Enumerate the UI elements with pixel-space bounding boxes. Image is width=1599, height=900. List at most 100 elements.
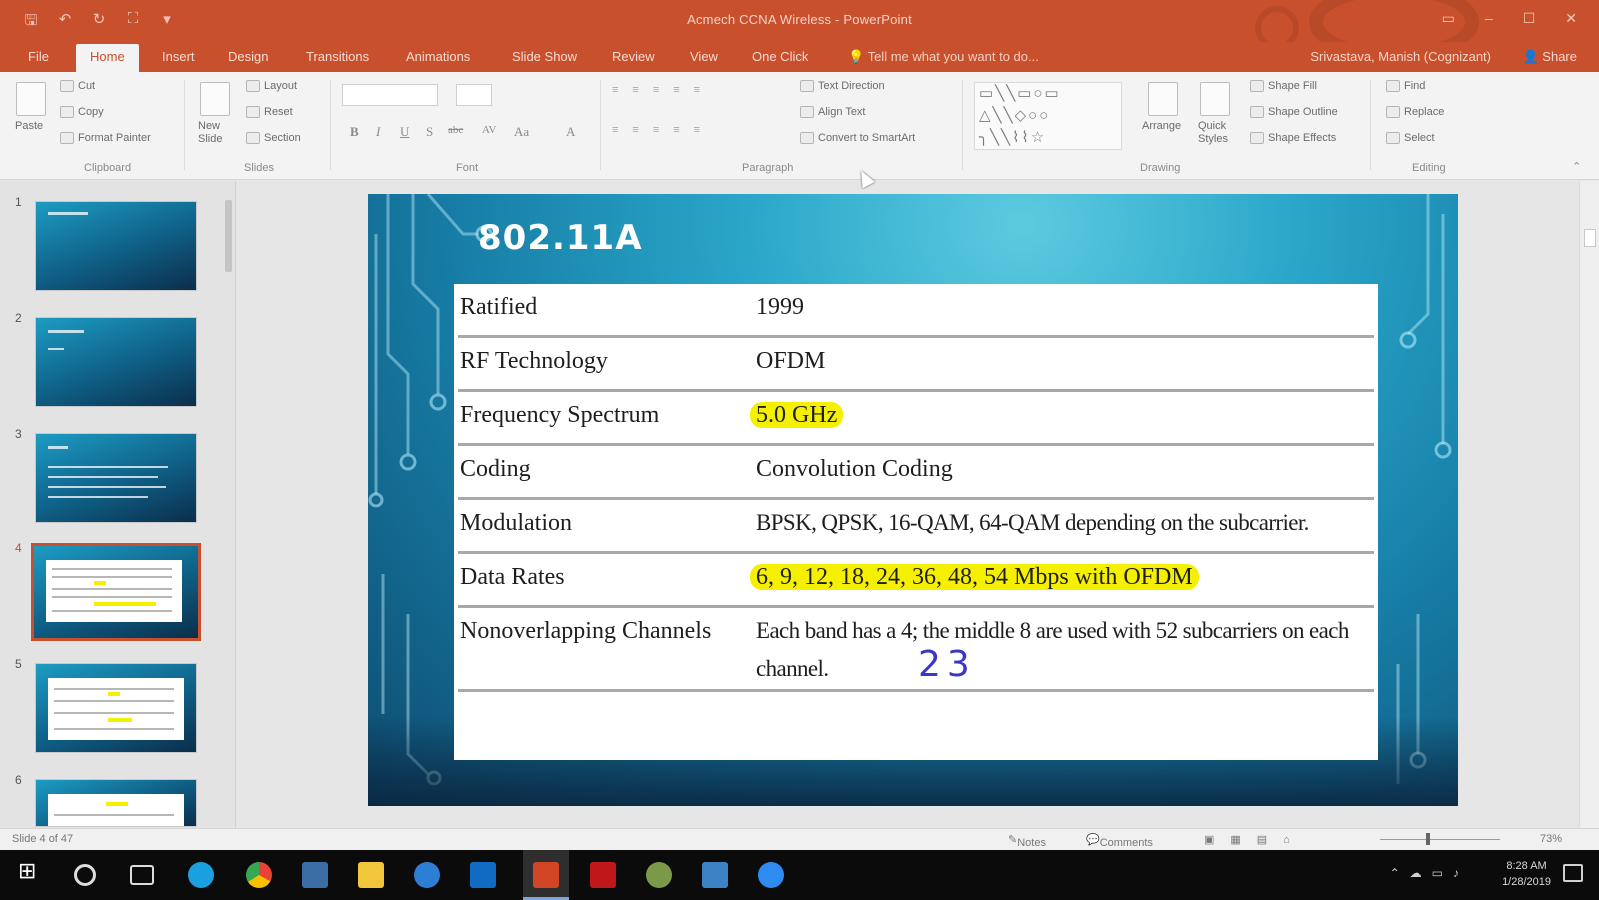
align-text-button[interactable]: Align Text (800, 106, 866, 119)
layout-label: Layout (264, 80, 298, 92)
strikethrough-button[interactable]: abc (448, 124, 463, 136)
slide-thumbnail-6[interactable] (35, 779, 197, 827)
tab-file[interactable]: File (28, 49, 49, 64)
pdf-reader-icon[interactable] (590, 862, 616, 888)
section-button[interactable]: Section (246, 132, 301, 145)
tab-home[interactable]: Home (76, 44, 139, 72)
tab-design[interactable]: Design (228, 49, 268, 64)
new-slide-icon[interactable] (200, 82, 230, 116)
select-button[interactable]: Select (1386, 132, 1435, 145)
slide-thumbnail-5[interactable] (35, 663, 197, 753)
copy-button[interactable]: Copy (60, 106, 104, 119)
shape-fill-button[interactable]: Shape Fill (1250, 80, 1317, 93)
zoom-level[interactable]: 73% (1540, 833, 1562, 845)
slide-thumbnails-pane: 1 2 3 4 5 6 (0, 181, 236, 828)
table-row: Ratified 1999 (458, 284, 1374, 338)
row-value: Each band has a 4; the middle 8 are used… (756, 618, 1349, 681)
maximize-icon[interactable]: ☐ (1523, 10, 1536, 27)
comments-button[interactable]: 💬 Comments (1086, 833, 1153, 849)
search-icon[interactable] (74, 864, 96, 886)
font-name-input[interactable] (342, 84, 438, 106)
zoom-slider[interactable] (1380, 839, 1500, 840)
shadow-button[interactable]: S (426, 124, 433, 140)
chrome-icon[interactable] (246, 862, 272, 888)
system-clock[interactable]: 8:28 AM 1/28/2019 (1502, 858, 1551, 890)
thumb-row-line (54, 728, 174, 730)
quick-styles-label: Quick Styles (1198, 120, 1228, 145)
slide-thumbnail-1[interactable] (35, 201, 197, 291)
thumbnail-number: 2 (15, 311, 22, 325)
row-value: 6, 9, 12, 18, 24, 36, 48, 54 Mbps with O… (750, 558, 1368, 596)
paragraph-group-label: Paragraph (742, 162, 794, 174)
thumb-row-line (52, 588, 172, 590)
slide-thumbnail-2[interactable] (35, 317, 197, 407)
notes-button[interactable]: ✎ Notes (1008, 833, 1046, 849)
tab-view[interactable]: View (690, 49, 718, 64)
system-tray[interactable]: ⌃☁▭♪ (1390, 866, 1469, 880)
reset-button[interactable]: Reset (246, 106, 293, 119)
meeting-app-icon[interactable] (758, 862, 784, 888)
shape-outline-button[interactable]: Shape Outline (1250, 106, 1338, 119)
powerpoint-icon[interactable] (533, 862, 559, 888)
canvas-scrollbar[interactable] (1579, 181, 1599, 828)
notification-icon[interactable] (1563, 864, 1583, 882)
font-color-button[interactable]: A (566, 124, 575, 140)
tab-one-click[interactable]: One Click (752, 49, 808, 64)
layout-button[interactable]: Layout (246, 80, 298, 93)
tab-insert[interactable]: Insert (162, 49, 195, 64)
section-icon (246, 132, 260, 145)
format-painter-button[interactable]: Format Painter (60, 132, 151, 145)
slide-thumbnail-4[interactable] (31, 543, 201, 641)
tab-slide-show[interactable]: Slide Show (512, 49, 577, 64)
shapes-gallery[interactable]: ▭╲╲▭○▭ △╲╲◇○○ ╮╲╲⌇⌇☆ (974, 82, 1122, 150)
collapse-ribbon-icon[interactable]: ⌃ (1572, 160, 1581, 173)
slide-title[interactable]: 802.11A (478, 218, 643, 258)
find-button[interactable]: Find (1386, 80, 1425, 93)
close-icon[interactable]: ✕ (1565, 10, 1577, 27)
bold-button[interactable]: B (350, 124, 359, 140)
messenger-icon[interactable] (702, 862, 728, 888)
thumbnails-scrollbar[interactable] (225, 200, 232, 272)
char-spacing-button[interactable]: AV (482, 124, 496, 136)
task-view-icon[interactable] (130, 865, 154, 885)
convert-smartart-button[interactable]: Convert to SmartArt (800, 132, 915, 145)
cut-button[interactable]: Cut (60, 80, 95, 93)
share-button[interactable]: 👤 Share (1522, 49, 1577, 65)
view-buttons[interactable]: ▣▦▤⌂ (1204, 833, 1306, 846)
network-app-icon[interactable] (302, 862, 328, 888)
copy-icon (60, 106, 74, 119)
replace-button[interactable]: Replace (1386, 106, 1444, 119)
thumb-highlight (108, 692, 120, 696)
current-slide[interactable]: 802.11A Ratified 1999 RF Technology OFDM… (368, 194, 1458, 806)
tools-app-icon[interactable] (646, 862, 672, 888)
tab-animations[interactable]: Animations (406, 49, 470, 64)
skype-icon[interactable] (188, 862, 214, 888)
ribbon-display-options-icon[interactable]: ▭ (1442, 10, 1455, 27)
new-slide-label: New Slide (198, 120, 223, 145)
spec-table[interactable]: Ratified 1999 RF Technology OFDM Frequen… (454, 284, 1378, 760)
canvas-scroll-thumb[interactable] (1584, 229, 1596, 247)
font-size-input[interactable] (456, 84, 492, 106)
arrange-icon[interactable] (1148, 82, 1178, 116)
list-buttons[interactable]: ≡≡≡≡≡ (612, 84, 714, 96)
outlook-icon[interactable] (470, 862, 496, 888)
file-explorer-icon[interactable] (358, 862, 384, 888)
align-buttons[interactable]: ≡≡≡≡≡ (612, 124, 714, 136)
row-value: Convolution Coding (756, 456, 953, 482)
tab-review[interactable]: Review (612, 49, 655, 64)
zoom-slider-knob[interactable] (1426, 833, 1430, 845)
shape-effects-button[interactable]: Shape Effects (1250, 132, 1336, 145)
tab-transitions[interactable]: Transitions (306, 49, 369, 64)
text-direction-button[interactable]: Text Direction (800, 80, 885, 93)
tell-me-box[interactable]: 💡 Tell me what you want to do... (848, 49, 1039, 65)
underline-button[interactable]: U (400, 124, 409, 140)
user-account[interactable]: Srivastava, Manish (Cognizant) (1310, 49, 1491, 64)
minimize-icon[interactable]: – (1485, 10, 1493, 27)
paste-icon[interactable] (16, 82, 46, 116)
internet-explorer-icon[interactable] (414, 862, 440, 888)
change-case-button[interactable]: Aa (514, 124, 529, 140)
windows-start-icon[interactable]: ⊞ (18, 858, 44, 884)
italic-button[interactable]: I (376, 124, 380, 140)
slide-thumbnail-3[interactable] (35, 433, 197, 523)
quick-styles-icon[interactable] (1200, 82, 1230, 116)
